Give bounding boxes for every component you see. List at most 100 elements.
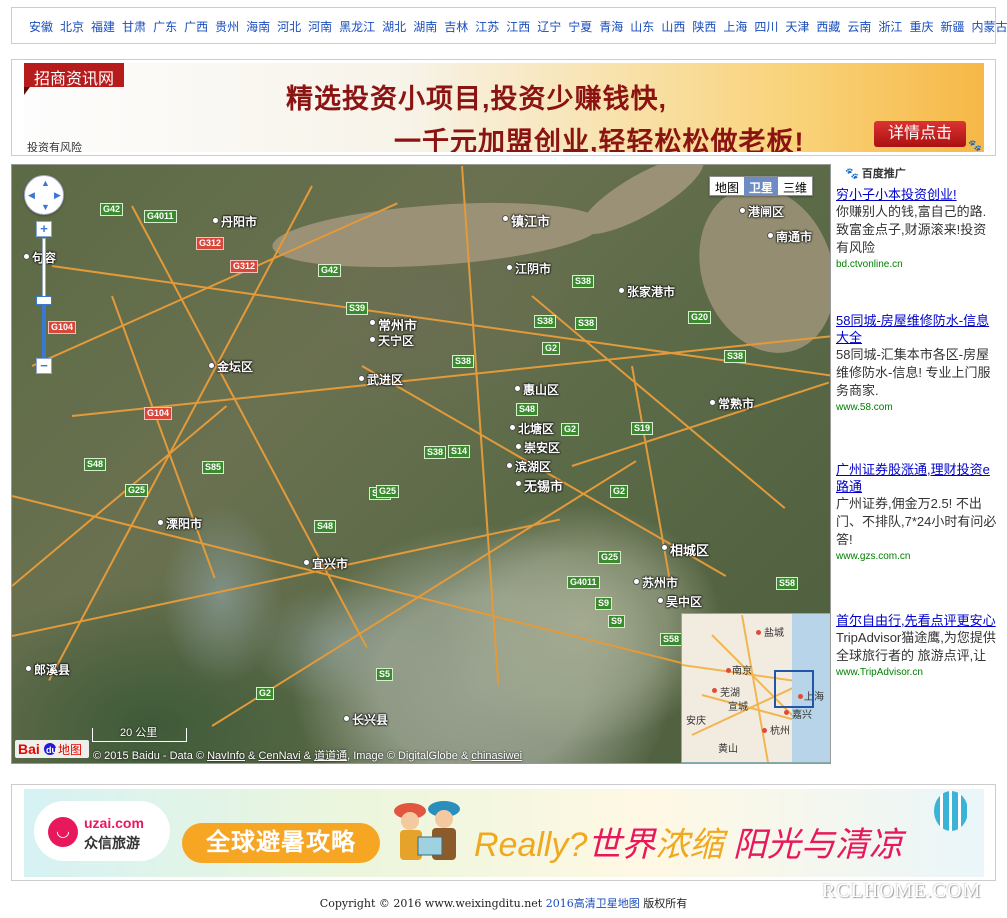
ad-headline-1: 精选投资小项目,投资少赚钱快, <box>286 84 668 114</box>
province-link[interactable]: 安徽 <box>29 18 53 35</box>
pan-control[interactable]: ▲ ▼ ◀ ▶ <box>24 175 64 215</box>
province-link[interactable]: 西藏 <box>816 18 840 35</box>
city-label: 港闸区 <box>748 205 785 219</box>
province-link[interactable]: 青海 <box>599 18 623 35</box>
province-link[interactable]: 河南 <box>308 18 332 35</box>
province-link[interactable]: 甘肃 <box>122 18 146 35</box>
logo-name: 众信旅游 <box>84 835 140 851</box>
road-line <box>48 185 313 681</box>
ad-pill-text: 全球避暑攻略 <box>182 823 380 863</box>
city-label: 崇安区 <box>524 441 561 455</box>
road-sign: G4011 <box>144 210 177 223</box>
map-type-map[interactable]: 地图 <box>710 177 744 195</box>
ad-headline-2: 一千元加盟创业,轻轻松松做老板! <box>394 127 805 152</box>
province-link[interactable]: 黑龙江 <box>339 18 375 35</box>
satellite-map[interactable]: 镇江市丹阳市句容江阴市张家港市港闸区南通市常州市天宁区金坛区武进区惠山区北塘区崇… <box>11 164 831 764</box>
ad-title-link[interactable]: 穷小子小本投资创业! <box>836 186 998 203</box>
ad-title-link[interactable]: 广州证券股涨通,理财投资e路通 <box>836 461 998 495</box>
uzai-logo: ◡ uzai.com 众信旅游 <box>34 801 170 861</box>
province-link[interactable]: 湖南 <box>413 18 437 35</box>
province-link[interactable]: 北京 <box>60 18 84 35</box>
bottom-ad-banner[interactable]: ◡ uzai.com 众信旅游 全球避暑攻略 Really?世界浓缩 阳光与清凉 <box>11 784 996 881</box>
road-sign: S58 <box>660 633 683 646</box>
province-link[interactable]: 贵州 <box>215 18 239 35</box>
city-label: 长兴县 <box>352 713 389 727</box>
ad-url[interactable]: www.58.com <box>836 402 998 413</box>
map-type-3d[interactable]: 三维 <box>778 177 812 195</box>
ad-details-button[interactable]: 详情点击 <box>874 121 966 147</box>
road-sign: G42 <box>318 264 342 277</box>
road-sign: G312 <box>230 260 259 273</box>
sidebar-ad[interactable]: 58同城-房屋维修防水-信息大全 58同城-汇集本市各区-房屋维修防水-信息! … <box>836 312 998 413</box>
province-link[interactable]: 新疆 <box>940 18 964 35</box>
city-marker <box>709 399 716 406</box>
road-line <box>12 518 560 637</box>
road-sign: S48 <box>314 520 337 533</box>
site-name-link[interactable]: 2016高清卫星地图 <box>546 897 640 910</box>
province-link[interactable]: 重庆 <box>909 18 933 35</box>
province-link[interactable]: 福建 <box>91 18 115 35</box>
city-marker <box>514 385 521 392</box>
minimap-viewport-box[interactable] <box>774 670 814 708</box>
city-marker <box>303 559 310 566</box>
province-link[interactable]: 内蒙古 <box>971 18 1007 35</box>
province-link[interactable]: 天津 <box>785 18 809 35</box>
pan-left-icon[interactable]: ◀ <box>28 190 35 201</box>
road-sign: G25 <box>598 551 622 564</box>
zoom-out-button[interactable]: − <box>36 358 52 374</box>
province-link[interactable]: 吉林 <box>444 18 468 35</box>
city-marker <box>618 287 625 294</box>
zoom-slider-thumb[interactable] <box>36 296 52 306</box>
ad-url[interactable]: bd.ctvonline.cn <box>836 259 998 270</box>
ad-url[interactable]: www.gzs.com.cn <box>836 551 998 562</box>
ad-url[interactable]: www.TripAdvisor.cn <box>836 667 998 678</box>
province-link[interactable]: 山东 <box>630 18 654 35</box>
map-type-switch[interactable]: 地图 卫星 三维 <box>709 176 814 196</box>
road-sign: G104 <box>48 321 77 334</box>
province-link[interactable]: 四川 <box>754 18 778 35</box>
city-marker <box>208 362 215 369</box>
zoom-in-button[interactable]: + <box>36 221 52 237</box>
city-marker <box>343 715 350 722</box>
road-sign: S14 <box>448 445 471 458</box>
city-label: 武进区 <box>367 373 404 387</box>
top-ad-banner[interactable]: 招商资讯网 精选投资小项目,投资少赚钱快, 一千元加盟创业,轻轻松松做老板! 详… <box>11 59 996 156</box>
cennavi-link[interactable]: CenNavi <box>258 750 300 762</box>
ad-title-link[interactable]: 首尔自由行,先看点评更安心 <box>836 612 998 629</box>
province-link[interactable]: 浙江 <box>878 18 902 35</box>
road-sign: S38 <box>424 446 447 459</box>
sidebar-ad[interactable]: 首尔自由行,先看点评更安心 TripAdvisor猫途鹰,为您提供全球旅行者的 … <box>836 612 998 678</box>
sidebar-ad[interactable]: 穷小子小本投资创业! 你赚别人的钱,富自己的路. 致富金点子,财源滚来!投资有风… <box>836 186 998 270</box>
ad-title-link[interactable]: 58同城-房屋维修防水-信息大全 <box>836 312 998 346</box>
baidu-map-logo[interactable]: Bai du 地图 <box>15 738 89 760</box>
bottom-ad-image[interactable]: ◡ uzai.com 众信旅游 全球避暑攻略 Really?世界浓缩 阳光与清凉 <box>24 789 984 877</box>
top-ad-image[interactable]: 招商资讯网 精选投资小项目,投资少赚钱快, 一千元加盟创业,轻轻松松做老板! 详… <box>24 63 984 152</box>
province-link[interactable]: 河北 <box>277 18 301 35</box>
province-link[interactable]: 上海 <box>723 18 747 35</box>
province-link[interactable]: 山西 <box>661 18 685 35</box>
pan-up-icon[interactable]: ▲ <box>41 178 50 188</box>
road-sign: S9 <box>595 597 613 610</box>
overview-minimap[interactable]: 盐城 南京 芜湖 宣城 上海 嘉兴 安庆 杭州 黄山 <box>681 613 830 763</box>
road-sign: G2 <box>561 423 580 436</box>
city-marker <box>515 443 522 450</box>
chinasiwei-link[interactable]: chinasiwei <box>471 750 522 762</box>
map-type-satellite[interactable]: 卫星 <box>744 177 779 195</box>
province-link[interactable]: 云南 <box>847 18 871 35</box>
province-link[interactable]: 陕西 <box>692 18 716 35</box>
daodao-link[interactable]: 道道通 <box>314 750 347 762</box>
pan-down-icon[interactable]: ▼ <box>41 202 50 212</box>
minimap-label: 安庆 <box>686 716 706 727</box>
navinfo-link[interactable]: NavInfo <box>207 750 245 762</box>
sidebar-ad[interactable]: 广州证券股涨通,理财投资e路通 广州证券,佣金万2.5! 不出门、不排队,7*2… <box>836 461 998 562</box>
road-sign: G4011 <box>567 576 600 589</box>
province-link[interactable]: 辽宁 <box>537 18 561 35</box>
province-link[interactable]: 广西 <box>184 18 208 35</box>
pan-right-icon[interactable]: ▶ <box>54 190 61 201</box>
province-link[interactable]: 广东 <box>153 18 177 35</box>
province-link[interactable]: 宁夏 <box>568 18 592 35</box>
province-link[interactable]: 湖北 <box>382 18 406 35</box>
province-link[interactable]: 江苏 <box>475 18 499 35</box>
province-link[interactable]: 江西 <box>506 18 530 35</box>
province-link[interactable]: 海南 <box>246 18 270 35</box>
